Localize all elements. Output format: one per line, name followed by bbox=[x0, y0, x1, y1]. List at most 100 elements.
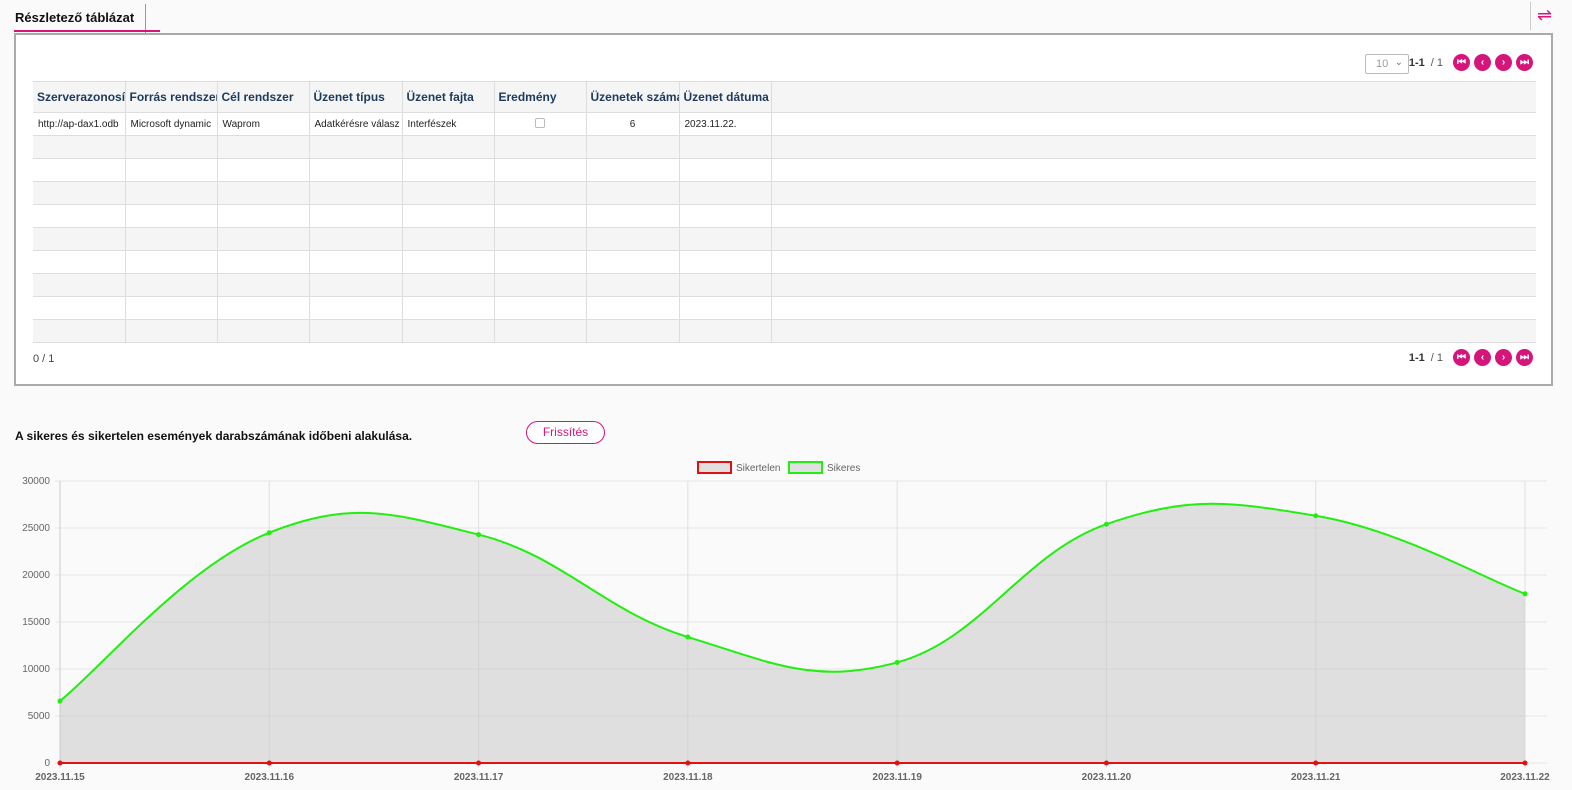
refresh-button[interactable]: Frissítés bbox=[526, 421, 605, 444]
first-page-icon[interactable]: ⏮ bbox=[1453, 349, 1470, 366]
column-header[interactable]: Cél rendszer bbox=[217, 81, 310, 113]
next-page-icon[interactable]: › bbox=[1495, 349, 1512, 366]
prev-page-icon[interactable]: ‹ bbox=[1474, 54, 1491, 71]
last-page-icon[interactable]: ⏭ bbox=[1516, 349, 1533, 366]
column-header[interactable]: Üzenet fajta bbox=[402, 81, 495, 113]
pager-total: / 1 bbox=[1430, 351, 1443, 364]
y-tick-label: 5000 bbox=[28, 711, 51, 722]
table-cell bbox=[402, 135, 495, 159]
column-header[interactable]: Eredmény bbox=[494, 81, 587, 113]
swap-arrows-icon[interactable]: ⇌ bbox=[1530, 2, 1558, 30]
data-point bbox=[1313, 513, 1319, 519]
table-cell bbox=[679, 250, 772, 274]
table-row-empty bbox=[33, 296, 1536, 320]
x-tick-label: 2023.11.16 bbox=[245, 772, 295, 783]
table-cell bbox=[33, 319, 126, 343]
table-cell bbox=[402, 181, 495, 205]
tab-bar: Részletező táblázat ⇌ bbox=[0, 0, 1572, 34]
table-cell bbox=[33, 181, 126, 205]
column-header[interactable]: Szerverazonosító bbox=[33, 81, 126, 113]
table-cell bbox=[586, 227, 680, 251]
data-point bbox=[57, 760, 63, 766]
chart-title: A sikeres és sikertelen események darabs… bbox=[15, 429, 413, 443]
column-header[interactable]: Üzenet típus bbox=[309, 81, 403, 113]
table-cell bbox=[125, 181, 218, 205]
table-cell bbox=[217, 319, 310, 343]
table-cell bbox=[125, 204, 218, 228]
table-cell bbox=[679, 227, 772, 251]
table-row-empty bbox=[33, 158, 1536, 182]
table-cell bbox=[309, 204, 403, 228]
legend-swatch bbox=[788, 461, 823, 474]
last-page-icon[interactable]: ⏭ bbox=[1516, 54, 1533, 71]
table-cell bbox=[217, 158, 310, 182]
prev-page-icon[interactable]: ‹ bbox=[1474, 349, 1491, 366]
table-cell bbox=[125, 319, 218, 343]
y-tick-label: 10000 bbox=[22, 664, 50, 675]
table-row[interactable]: http://ap-dax1.odb Microsoft dynamic Wap… bbox=[33, 112, 1536, 136]
table-cell bbox=[33, 227, 126, 251]
x-tick-label: 2023.11.21 bbox=[1291, 772, 1341, 783]
table-header-row: Szerverazonosító Forrás rendszer Cél ren… bbox=[33, 81, 1536, 113]
table-cell bbox=[494, 250, 587, 274]
detail-table: Szerverazonosító Forrás rendszer Cél ren… bbox=[33, 81, 1536, 343]
table-cell: Interfészek bbox=[402, 112, 495, 136]
table-cell bbox=[771, 204, 1536, 228]
table-cell bbox=[125, 158, 218, 182]
tab-detail-table[interactable]: Részletező táblázat bbox=[14, 4, 147, 33]
column-header[interactable]: Üzenetek száma bbox=[586, 81, 680, 113]
first-page-icon[interactable]: ⏮ bbox=[1453, 54, 1470, 71]
data-point bbox=[894, 659, 900, 665]
table-row-empty bbox=[33, 227, 1536, 251]
table-cell bbox=[33, 296, 126, 320]
table-cell bbox=[309, 319, 403, 343]
table-cell bbox=[679, 158, 772, 182]
table-cell bbox=[679, 319, 772, 343]
table-cell-filler bbox=[771, 112, 1536, 136]
data-point bbox=[1522, 760, 1528, 766]
result-checkbox[interactable] bbox=[535, 117, 545, 128]
table-row-empty bbox=[33, 135, 1536, 159]
column-header[interactable]: Forrás rendszer bbox=[125, 81, 218, 113]
x-tick-label: 2023.11.18 bbox=[663, 772, 713, 783]
table-cell bbox=[771, 273, 1536, 297]
table-row-empty bbox=[33, 250, 1536, 274]
table-row-empty bbox=[33, 181, 1536, 205]
table-cell bbox=[494, 204, 587, 228]
column-header[interactable]: Üzenet dátuma bbox=[679, 81, 772, 113]
table-cell bbox=[771, 158, 1536, 182]
table-cell bbox=[33, 135, 126, 159]
table-cell bbox=[33, 250, 126, 274]
x-tick-label: 2023.11.15 bbox=[35, 772, 85, 783]
record-count: 0 / 1 bbox=[33, 353, 55, 365]
table-cell bbox=[217, 296, 310, 320]
page-size-select[interactable]: 10 ⌄ bbox=[1365, 54, 1409, 74]
legend-label: Sikertelen bbox=[736, 463, 780, 474]
table-cell: Adatkérésre válasz bbox=[309, 112, 403, 136]
next-page-icon[interactable]: › bbox=[1495, 54, 1512, 71]
table-cell bbox=[586, 319, 680, 343]
table-cell bbox=[494, 319, 587, 343]
table-cell bbox=[402, 250, 495, 274]
table-cell bbox=[586, 250, 680, 274]
table-cell bbox=[309, 135, 403, 159]
table-cell bbox=[33, 158, 126, 182]
events-chart: 0 5000 10000 15000 20000 25000 30000 2023.11.15… bbox=[22, 461, 1550, 783]
table-cell: 6 bbox=[586, 112, 680, 136]
table-cell bbox=[402, 158, 495, 182]
table-cell bbox=[679, 273, 772, 297]
table-cell bbox=[402, 204, 495, 228]
table-cell bbox=[33, 204, 126, 228]
table-cell: Microsoft dynamic bbox=[125, 112, 218, 136]
y-tick-label: 15000 bbox=[22, 617, 50, 628]
table-cell bbox=[586, 158, 680, 182]
table-cell bbox=[771, 181, 1536, 205]
table-cell bbox=[125, 250, 218, 274]
x-tick-label: 2023.11.19 bbox=[872, 772, 922, 783]
table-cell bbox=[309, 158, 403, 182]
table-cell bbox=[33, 273, 126, 297]
data-point bbox=[1313, 760, 1319, 766]
table-cell: http://ap-dax1.odb bbox=[33, 112, 126, 136]
table-cell bbox=[309, 273, 403, 297]
table-cell bbox=[494, 181, 587, 205]
